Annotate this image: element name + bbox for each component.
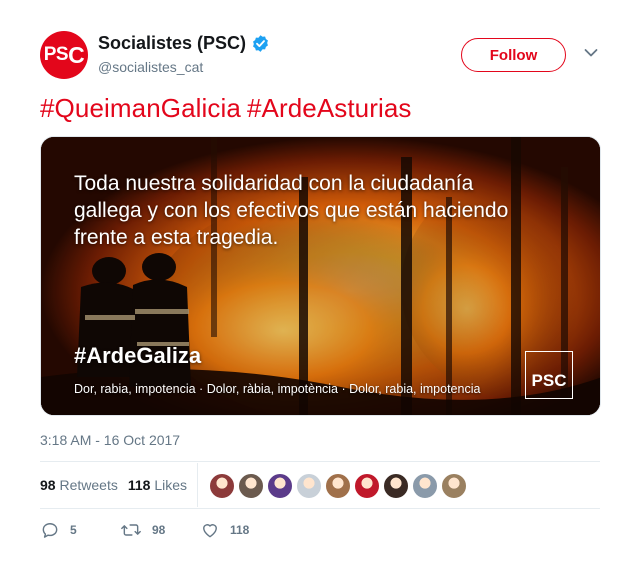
tweet-text: #QueimanGalicia #ArdeAsturias: [40, 93, 418, 124]
retweet-action[interactable]: 98: [120, 520, 200, 540]
retweets-stat[interactable]: 98 Retweets: [40, 477, 118, 493]
liker-avatar[interactable]: [412, 473, 438, 499]
like-count: 118: [230, 523, 250, 537]
avatar-text: PS: [43, 44, 69, 65]
stats-separator: [197, 463, 198, 507]
liker-avatar[interactable]: [383, 473, 409, 499]
like-action[interactable]: 118: [200, 520, 280, 540]
liker-avatar[interactable]: [267, 473, 293, 499]
author-handle[interactable]: @socialistes_cat: [98, 59, 270, 75]
divider: [40, 461, 600, 462]
hashtag-link[interactable]: #ArdeAsturias: [247, 93, 412, 123]
likers-avatars: [209, 473, 467, 499]
media-hashtag: #ArdeGaliza: [74, 343, 202, 368]
tweet-timestamp[interactable]: 3:18 AM - 16 Oct 2017: [40, 432, 180, 448]
psc-logo: PSC: [525, 351, 573, 399]
retweet-count: 98: [152, 523, 166, 537]
reply-count: 5: [70, 523, 77, 537]
author-avatar[interactable]: PS C: [40, 31, 88, 79]
liker-avatar[interactable]: [209, 473, 235, 499]
retweets-label: Retweets: [59, 477, 118, 493]
likes-stat[interactable]: 118 Likes: [128, 477, 187, 493]
tweet-media-image[interactable]: Toda nuestra solidaridad con la ciudadan…: [40, 136, 601, 416]
liker-avatar[interactable]: [325, 473, 351, 499]
tweet-stats: 98 Retweets 118 Likes: [40, 477, 187, 493]
liker-avatar[interactable]: [296, 473, 322, 499]
verified-badge-icon: [253, 35, 269, 52]
retweet-icon: [121, 524, 141, 536]
author-name[interactable]: Socialistes (PSC): [98, 33, 246, 54]
media-headline: Toda nuestra solidaridad con la ciudadan…: [74, 172, 509, 249]
liker-avatar[interactable]: [354, 473, 380, 499]
heart-icon: [203, 524, 217, 538]
follow-button[interactable]: Follow: [461, 38, 566, 72]
likes-count: 118: [127, 477, 151, 493]
likes-label: Likes: [154, 477, 187, 493]
reply-action[interactable]: 5: [40, 520, 120, 540]
liker-avatar[interactable]: [441, 473, 467, 499]
chevron-down-icon[interactable]: [584, 48, 598, 58]
media-caption: Dor, rabia, impotencia · Dolor, ràbia, i…: [74, 382, 481, 396]
liker-avatar[interactable]: [238, 473, 264, 499]
divider: [40, 508, 600, 509]
retweets-count: 98: [40, 477, 56, 493]
tweet-actions: 5 98 118: [40, 520, 280, 540]
avatar-text-c: C: [68, 41, 85, 68]
reply-icon: [42, 523, 58, 538]
author-info: Socialistes (PSC) @socialistes_cat: [98, 33, 270, 75]
hashtag-link[interactable]: #QueimanGalicia: [40, 93, 241, 123]
